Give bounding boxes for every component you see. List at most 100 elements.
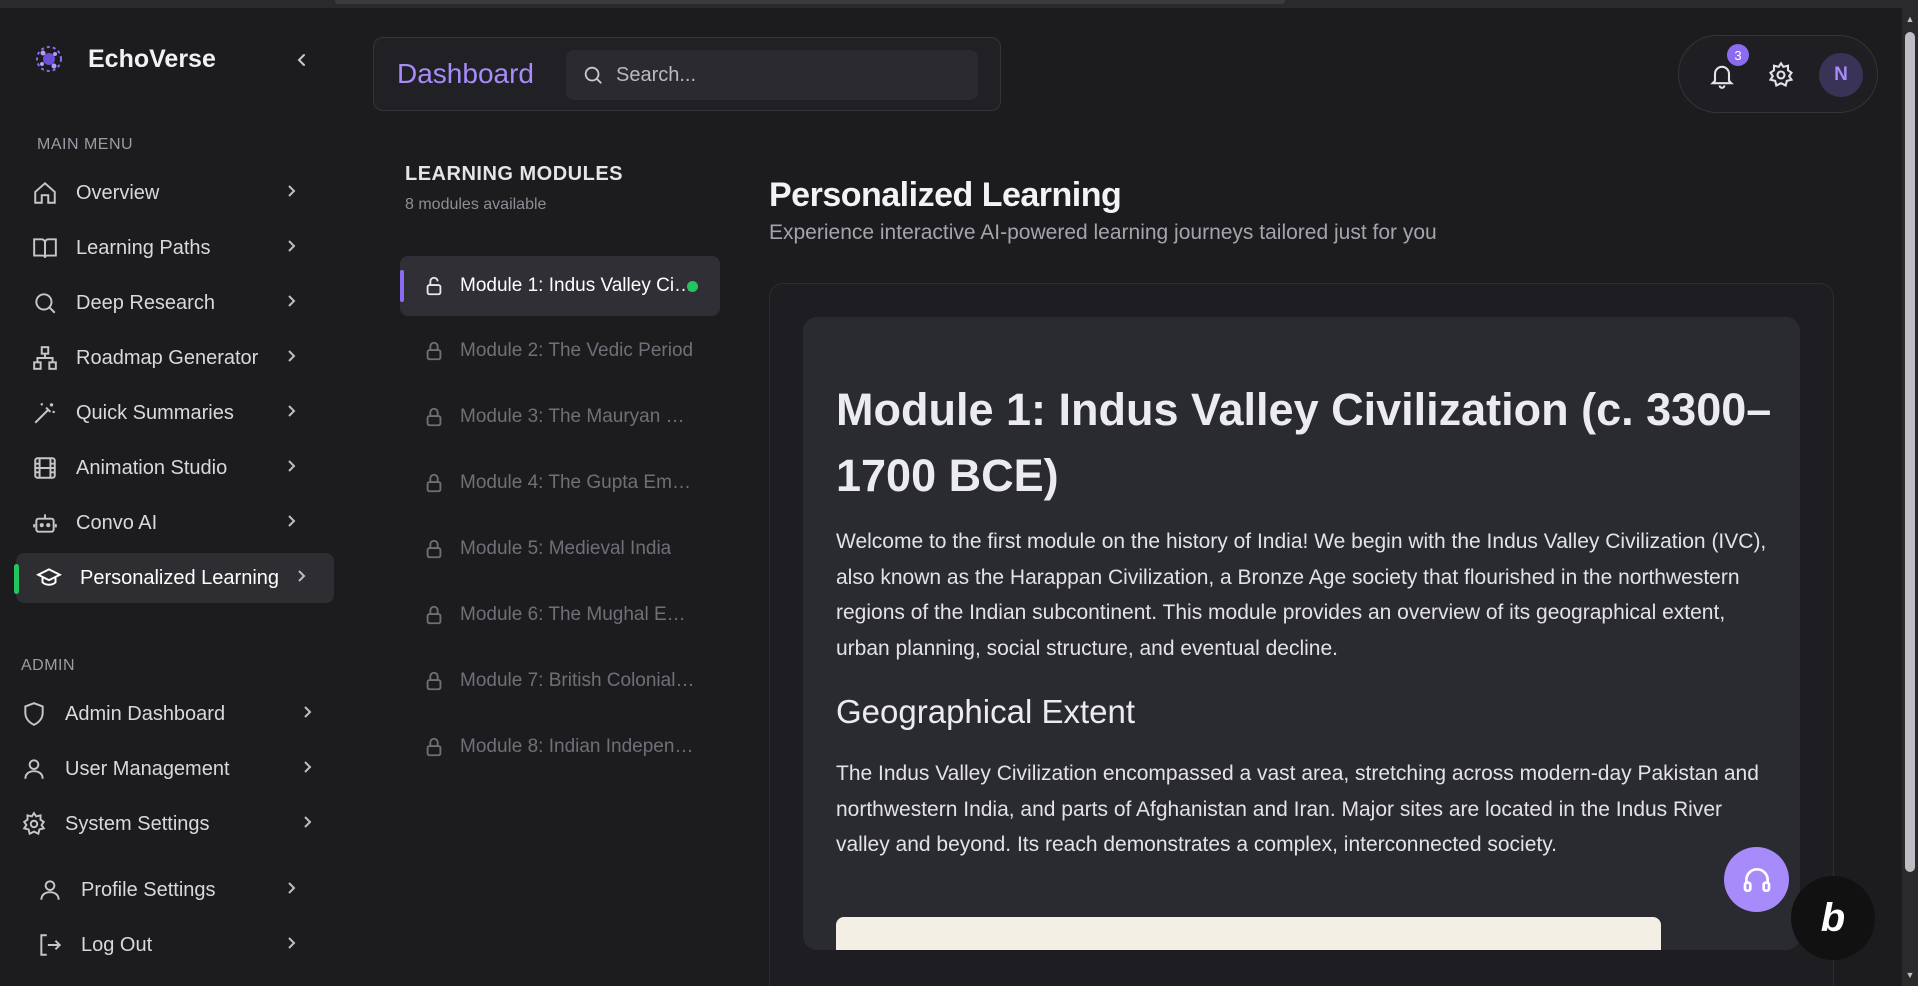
sidebar-item-label: Quick Summaries xyxy=(76,401,234,424)
sidebar-item-label: Log Out xyxy=(81,933,153,956)
module-heading: Module 1: Indus Valley Civilization (c. … xyxy=(836,384,1772,501)
bolt-logo: b xyxy=(1820,895,1846,940)
sidebar-item-label: User Management xyxy=(65,757,230,780)
sitemap-icon xyxy=(30,343,60,373)
module-item-2[interactable]: Module 2: The Vedic Period xyxy=(400,321,720,381)
audio-assistant-button[interactable] xyxy=(1724,847,1789,912)
lock-icon xyxy=(422,735,446,759)
lock-icon xyxy=(422,405,446,429)
scroll-thumb[interactable] xyxy=(1905,32,1915,872)
sidebar-item-personalized-learning[interactable]: Personalized Learning xyxy=(14,553,334,603)
search-icon xyxy=(582,64,604,86)
module-item-6[interactable]: Module 6: The Mughal Empire xyxy=(400,585,720,645)
module-content-card: Module 1: Indus Valley Civilization (c. … xyxy=(803,317,1800,950)
brain-logo-icon xyxy=(30,40,68,78)
sidebar-item-deep-research[interactable]: Deep Research xyxy=(30,278,320,328)
sidebar-item-label: Deep Research xyxy=(76,291,215,314)
avatar[interactable]: N xyxy=(1819,53,1863,97)
chevron-right-icon xyxy=(286,291,298,314)
sidebar-item-label: Convo AI xyxy=(76,511,158,534)
sidebar-item-roadmap-generator[interactable]: Roadmap Generator xyxy=(30,333,320,383)
sidebar-item-learning-paths[interactable]: Learning Paths xyxy=(30,223,320,273)
module-intro-text: Welcome to the first module on the histo… xyxy=(836,530,1767,660)
collapse-sidebar-button[interactable] xyxy=(290,48,314,72)
section-heading: Geographical Extent xyxy=(836,693,1136,730)
sidebar-item-overview[interactable]: Overview xyxy=(30,168,320,218)
sidebar-item-label: Roadmap Generator xyxy=(76,346,259,369)
sidebar-item-convo-ai[interactable]: Convo AI xyxy=(30,498,320,548)
sidebar-item-system-settings[interactable]: System Settings xyxy=(19,799,336,849)
header-bar: Dashboard xyxy=(373,37,1001,111)
chevron-right-icon xyxy=(286,511,298,534)
chevron-right-icon xyxy=(302,757,314,780)
sidebar-item-label: Animation Studio xyxy=(76,456,228,479)
lock-icon xyxy=(422,537,446,561)
admin-label: ADMIN xyxy=(21,657,76,674)
magic-wand-icon xyxy=(30,398,60,428)
chevron-right-icon xyxy=(302,702,314,725)
powered-by-badge[interactable]: b xyxy=(1791,876,1875,960)
sidebar-item-quick-summaries[interactable]: Quick Summaries xyxy=(30,388,320,438)
module-label: Module 3: The Mauryan Empire xyxy=(460,406,695,427)
header-actions: 3 N xyxy=(1678,35,1878,113)
chevron-right-icon xyxy=(286,181,298,204)
sidebar-item-admin-dashboard[interactable]: Admin Dashboard xyxy=(19,689,336,739)
chevron-right-icon xyxy=(302,812,314,835)
module-item-8[interactable]: Module 8: Indian Independence xyxy=(400,717,720,777)
chevron-right-icon xyxy=(286,933,298,956)
module-label: Module 8: Indian Independence xyxy=(460,736,695,757)
shield-icon xyxy=(19,699,49,729)
sidebar-item-profile-settings[interactable]: Profile Settings xyxy=(35,865,320,915)
gear-icon xyxy=(19,809,49,839)
module-item-1[interactable]: Module 1: Indus Valley Civilization (c. … xyxy=(400,256,720,316)
section-title: Personalized Learning xyxy=(769,176,1122,214)
search-input[interactable] xyxy=(616,63,946,87)
module-item-4[interactable]: Module 4: The Gupta Empire xyxy=(400,453,720,513)
modules-count: 8 modules available xyxy=(405,196,547,213)
sidebar-item-label: Learning Paths xyxy=(76,236,211,259)
module-label: Module 4: The Gupta Empire xyxy=(460,472,695,493)
sidebar-item-label: Personalized Learning xyxy=(80,566,280,589)
chevron-left-icon xyxy=(297,54,305,66)
sidebar-item-user-management[interactable]: User Management xyxy=(19,744,336,794)
sidebar-item-animation-studio[interactable]: Animation Studio xyxy=(30,443,320,493)
module-label: Module 2: The Vedic Period xyxy=(460,340,694,361)
module-label: Module 6: The Mughal Empire xyxy=(460,604,695,625)
lock-icon xyxy=(422,471,446,495)
logout-icon xyxy=(35,930,65,960)
modules-title: LEARNING MODULES xyxy=(405,163,623,185)
home-icon xyxy=(30,178,60,208)
chevron-right-icon xyxy=(296,566,308,589)
user-icon xyxy=(19,754,49,784)
content-image xyxy=(836,917,1661,950)
scroll-down-arrow-icon[interactable]: ▼ xyxy=(1905,970,1915,980)
bell-icon xyxy=(1710,65,1734,89)
module-item-3[interactable]: Module 3: The Mauryan Empire xyxy=(400,387,720,447)
chevron-right-icon xyxy=(286,346,298,369)
module-label: Module 7: British Colonial Rule xyxy=(460,670,695,691)
module-label: Module 1: Indus Valley Civilization (c. … xyxy=(460,275,695,296)
film-icon xyxy=(30,453,60,483)
headphones-icon xyxy=(1743,867,1770,892)
browser-top-strip xyxy=(0,0,1918,8)
scroll-up-arrow-icon[interactable]: ▲ xyxy=(1905,14,1915,24)
search-box[interactable] xyxy=(566,50,978,100)
unlock-icon xyxy=(422,274,446,298)
book-icon xyxy=(30,233,60,263)
search-icon xyxy=(30,288,60,318)
brand[interactable]: EchoVerse xyxy=(30,40,216,78)
notification-count-badge: 3 xyxy=(1727,44,1749,66)
sidebar-item-label: Profile Settings xyxy=(81,878,216,901)
sidebar-item-log-out[interactable]: Log Out xyxy=(35,920,320,970)
module-item-7[interactable]: Module 7: British Colonial Rule xyxy=(400,651,720,711)
bot-icon xyxy=(30,508,60,538)
chevron-right-icon xyxy=(286,456,298,479)
lock-icon xyxy=(422,669,446,693)
chevron-right-icon xyxy=(286,236,298,259)
sidebar-item-label: System Settings xyxy=(65,812,210,835)
module-item-5[interactable]: Module 5: Medieval India xyxy=(400,519,720,579)
sidebar-item-label: Overview xyxy=(76,181,160,204)
main-menu-label: MAIN MENU xyxy=(37,136,134,153)
settings-button[interactable] xyxy=(1764,58,1798,92)
scrollbar[interactable]: ▲ ▼ xyxy=(1902,8,1918,986)
